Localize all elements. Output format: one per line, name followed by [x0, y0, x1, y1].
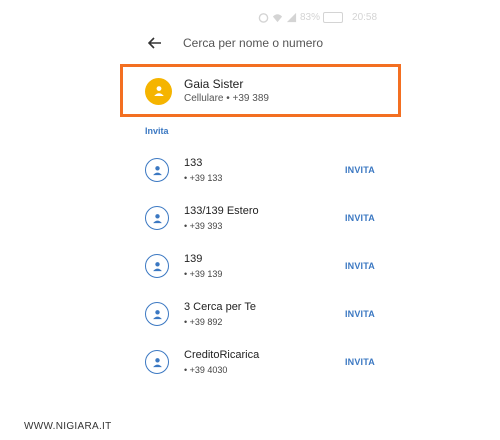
contact-gaia-sister[interactable]: Gaia Sister Cellulare • +39 389: [145, 77, 269, 105]
avatar: [145, 158, 169, 182]
person-icon: [152, 261, 162, 271]
contact-number: • +39 393: [184, 220, 223, 231]
list-item[interactable]: CreditoRicarica • +39 4030 INVITA: [145, 347, 375, 377]
contact-number: • +39 139: [184, 268, 223, 279]
battery-percent: 83%: [300, 11, 321, 23]
back-button[interactable]: [145, 33, 165, 53]
invite-button[interactable]: INVITA: [345, 357, 375, 367]
list-item[interactable]: 133/139 Estero • +39 393 INVITA: [145, 203, 375, 233]
watermark: WWW.NIGIARA.IT: [24, 421, 112, 432]
phone-screen: [133, 0, 381, 398]
list-item[interactable]: 139 • +39 139 INVITA: [145, 251, 375, 281]
contact-name: CreditoRicarica: [184, 348, 260, 361]
alarm-icon: [258, 12, 269, 23]
clock: 20:58: [352, 11, 378, 23]
person-icon: [152, 165, 162, 175]
list-item[interactable]: 3 Cerca per Te • +39 892 INVITA: [145, 299, 375, 329]
contact-number: • +39 892: [184, 316, 223, 327]
contact-number: • +39 4030: [184, 364, 228, 375]
person-icon: [152, 213, 162, 223]
search-bar: [145, 30, 385, 56]
arrow-left-icon: [148, 37, 161, 49]
avatar: [145, 302, 169, 326]
avatar: [145, 206, 169, 230]
invite-button[interactable]: INVITA: [345, 309, 375, 319]
contact-name: Gaia Sister: [184, 77, 244, 91]
search-input[interactable]: [183, 36, 373, 50]
person-icon: [152, 309, 162, 319]
contact-detail: Cellulare • +39 389: [184, 93, 269, 104]
list-item[interactable]: 133 • +39 133 INVITA: [145, 155, 375, 185]
contact-name: 133/139 Estero: [184, 204, 259, 217]
avatar: [145, 77, 172, 105]
wifi-icon: [272, 13, 283, 22]
person-icon: [152, 357, 162, 367]
avatar: [145, 254, 169, 278]
person-icon: [153, 86, 164, 96]
section-label-invita: Invita: [145, 126, 169, 136]
signal-icon: [286, 12, 297, 22]
invite-button[interactable]: INVITA: [345, 213, 375, 223]
contact-number: • +39 133: [184, 172, 223, 183]
invite-button[interactable]: INVITA: [345, 261, 375, 271]
contact-name: 3 Cerca per Te: [184, 300, 256, 313]
invite-button[interactable]: INVITA: [345, 165, 375, 175]
contact-name: 139: [184, 252, 203, 265]
battery-icon: [323, 11, 344, 23]
avatar: [145, 350, 169, 374]
contact-name: 133: [184, 156, 203, 169]
status-bar: 83% 20:58: [258, 9, 377, 25]
